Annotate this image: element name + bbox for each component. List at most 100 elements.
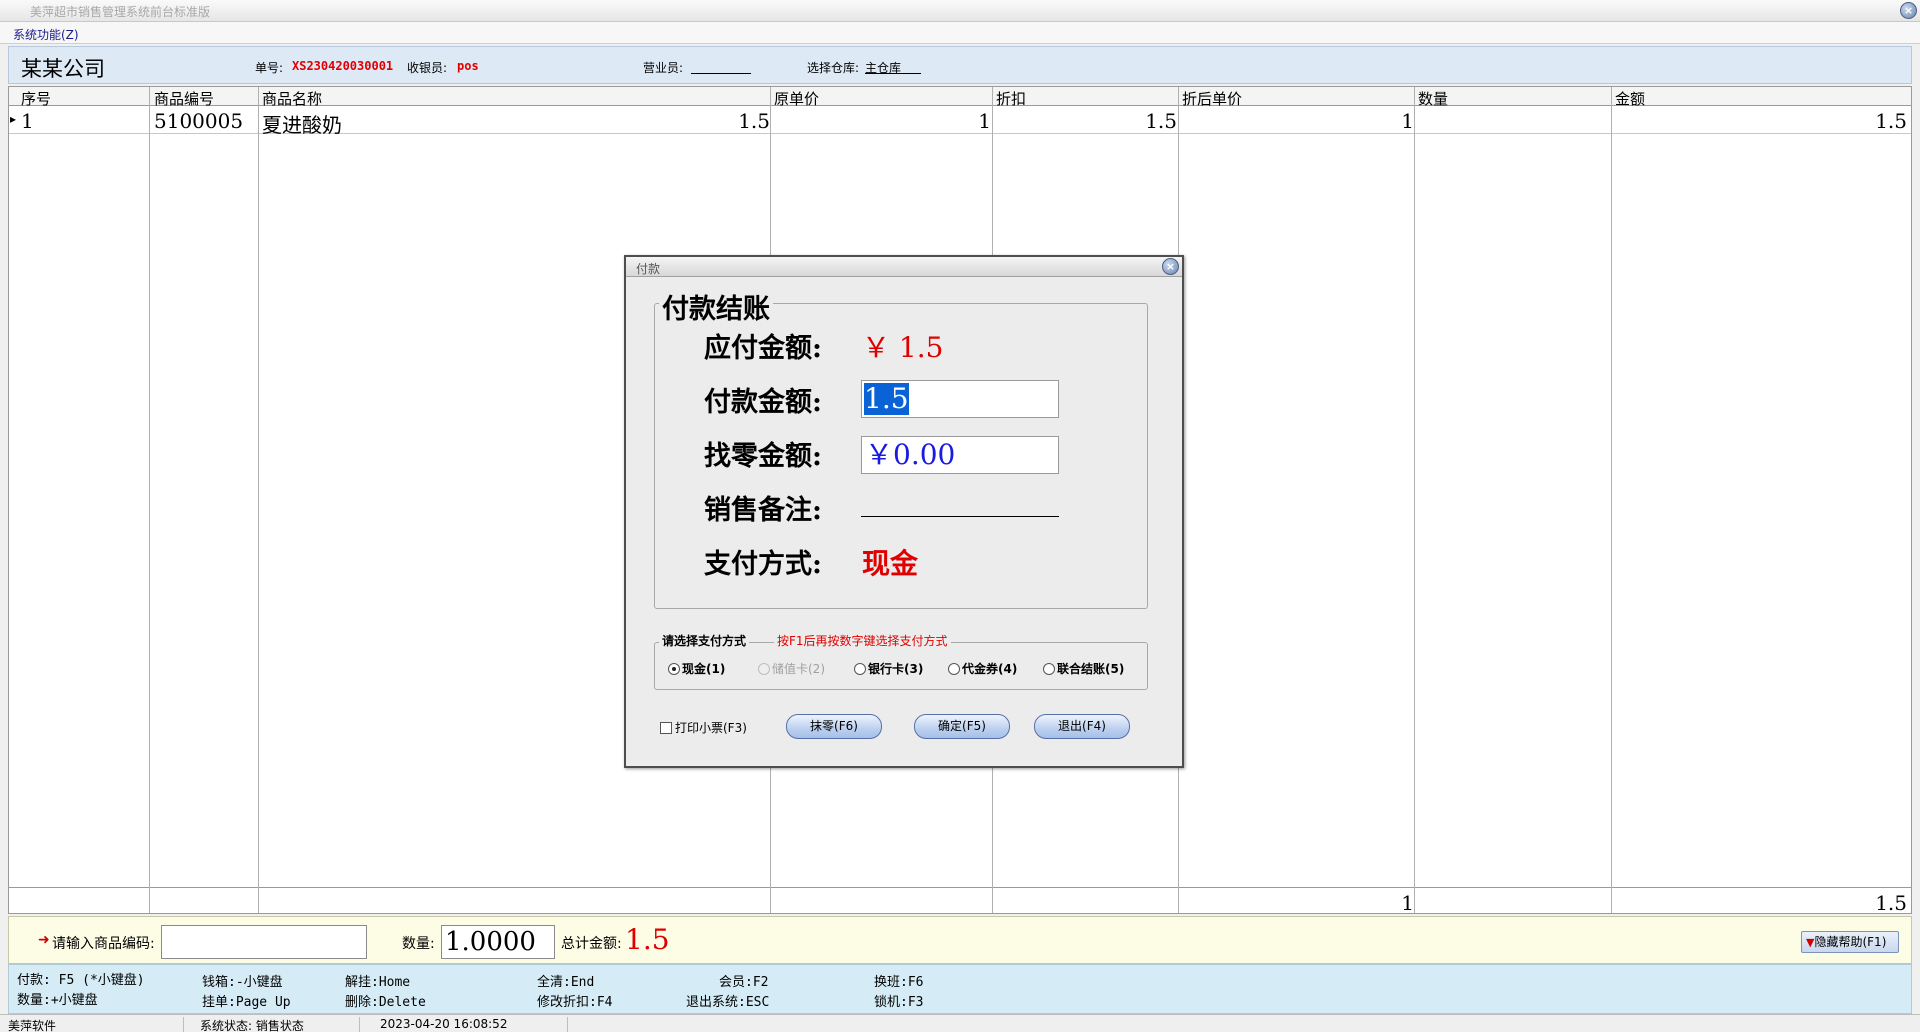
hint-delete: 删除:Delete xyxy=(345,995,426,1010)
title-bar: 美萍超市销售管理系统前台标准版 × xyxy=(0,0,1920,22)
radio-cash-label: 现金(1) xyxy=(682,662,726,676)
status-vendor: 美萍软件 xyxy=(8,1017,184,1032)
footer-qty-total: 1 xyxy=(1401,891,1414,915)
status-state: 系统状态: 销售状态 xyxy=(200,1017,360,1032)
arrow-right-icon: ➜ xyxy=(38,932,50,948)
total-amount: 1.5 xyxy=(625,923,670,956)
pay-amount-value: 1.5 xyxy=(864,382,909,415)
radio-icon xyxy=(1043,663,1055,675)
status-datetime: 2023-04-20 16:08:52 xyxy=(380,1017,568,1032)
total-label: 总计金额: xyxy=(561,936,622,952)
col-divider xyxy=(258,87,259,913)
round-off-button[interactable]: 抹零(F6) xyxy=(786,714,882,739)
clerk-label: 营业员: xyxy=(643,61,684,75)
cell-discount[interactable]: 1 xyxy=(978,109,991,133)
hide-help-label: 隐藏帮助(F1) xyxy=(1814,935,1887,949)
hint-unhold: 解挂:Home xyxy=(345,975,411,990)
window-title: 美萍超市销售管理系统前台标准版 xyxy=(30,5,211,19)
radio-stored-card[interactable]: 储值卡(2) xyxy=(758,660,825,677)
radio-bank-card-label: 银行卡(3) xyxy=(868,662,924,676)
checkout-group-title: 付款结账 xyxy=(659,287,773,326)
cell-name[interactable]: 夏进酸奶 xyxy=(262,109,342,138)
order-label: 单号: xyxy=(255,61,284,75)
radio-icon xyxy=(854,663,866,675)
window-close-icon[interactable]: × xyxy=(1900,2,1917,19)
col-header-code[interactable]: 商品编号 xyxy=(154,88,214,109)
radio-icon xyxy=(758,663,770,675)
dialog-title-bar: 付款 × xyxy=(626,257,1182,277)
product-code-input[interactable] xyxy=(161,925,367,959)
cell-qty[interactable]: 1 xyxy=(1401,109,1414,133)
radio-voucher[interactable]: 代金券(4) xyxy=(948,660,1017,677)
radio-stored-card-label: 储值卡(2) xyxy=(772,662,825,676)
col-header-amount[interactable]: 金额 xyxy=(1615,88,1645,109)
col-header-disc-price[interactable]: 折后单价 xyxy=(1182,88,1242,109)
due-amount: ￥ 1.5 xyxy=(862,331,944,364)
hint-qty: 数量:+小键盘 xyxy=(17,993,98,1008)
col-header-price[interactable]: 原单价 xyxy=(774,88,819,109)
hint-member: 会员:F2 xyxy=(719,975,769,990)
cell-seq[interactable]: 1 xyxy=(21,109,34,133)
input-bar: ➜ 请输入商品编码: 数量: 1.0000 总计金额: 1.5 ▼隐藏帮助(F1… xyxy=(8,916,1912,964)
clerk-field[interactable] xyxy=(691,59,751,74)
cell-price[interactable]: 1.5 xyxy=(738,109,770,133)
payment-method-tip: 按F1后再按数字键选择支付方式 xyxy=(774,632,951,649)
hint-clear: 全清:End xyxy=(537,975,595,990)
row-pointer-icon: ▸ xyxy=(10,112,17,126)
radio-icon xyxy=(948,663,960,675)
radio-cash[interactable]: 现金(1) xyxy=(668,660,725,677)
radio-selected-icon xyxy=(668,663,680,675)
footer-divider xyxy=(9,887,1911,888)
radio-combined[interactable]: 联合结账(5) xyxy=(1043,660,1124,677)
col-header-name[interactable]: 商品名称 xyxy=(262,88,322,109)
dialog-close-icon[interactable]: × xyxy=(1162,258,1179,275)
menu-system[interactable]: 系统功能(Z) xyxy=(13,26,79,43)
pay-label: 付款金额: xyxy=(704,387,822,418)
hint-hold: 挂单:Page Up xyxy=(202,995,291,1010)
change-label: 找零金额: xyxy=(704,441,822,472)
due-label: 应付金额: xyxy=(704,333,822,364)
dialog-title: 付款 xyxy=(636,262,661,276)
method-label: 支付方式: xyxy=(704,549,822,580)
col-header-discount[interactable]: 折扣 xyxy=(996,88,1026,109)
col-divider xyxy=(1611,87,1612,913)
cashier-label: 收银员: xyxy=(407,61,448,75)
radio-voucher-label: 代金券(4) xyxy=(962,662,1018,676)
qty-input[interactable]: 1.0000 xyxy=(441,925,555,959)
warehouse-label: 选择仓库: xyxy=(807,61,860,75)
checkbox-icon xyxy=(660,722,672,734)
order-number: XS230420030001 xyxy=(292,59,394,73)
col-header-qty[interactable]: 数量 xyxy=(1418,88,1448,109)
print-receipt-checkbox[interactable]: 打印小票(F3) xyxy=(660,719,747,736)
col-header-seq[interactable]: 序号 xyxy=(21,88,51,109)
warehouse-select[interactable]: 主仓库 xyxy=(865,59,921,75)
hint-discount: 修改折扣:F4 xyxy=(537,995,613,1010)
sale-note-underline xyxy=(861,516,1059,517)
method-value: 现金 xyxy=(862,547,919,580)
company-name: 某某公司 xyxy=(21,57,105,81)
cell-amount[interactable]: 1.5 xyxy=(1875,109,1907,133)
cell-disc-price[interactable]: 1.5 xyxy=(1145,109,1177,133)
status-bar: 美萍软件 系统状态: 销售状态 2023-04-20 16:08:52 xyxy=(0,1014,1920,1032)
code-input-label: 请输入商品编码: xyxy=(52,936,155,952)
hint-shift: 换班:F6 xyxy=(874,975,924,990)
qty-label: 数量: xyxy=(402,936,435,952)
hide-help-button[interactable]: ▼隐藏帮助(F1) xyxy=(1801,931,1899,953)
print-receipt-label: 打印小票(F3) xyxy=(675,721,747,735)
cashier-name: pos xyxy=(457,59,479,73)
exit-button[interactable]: 退出(F4) xyxy=(1034,714,1130,739)
change-amount-field: ￥0.00 xyxy=(861,436,1059,474)
radio-combined-label: 联合结账(5) xyxy=(1057,662,1125,676)
change-amount: ￥0.00 xyxy=(865,438,956,471)
hint-lock: 锁机:F3 xyxy=(874,995,924,1010)
cell-code[interactable]: 5100005 xyxy=(154,109,243,133)
col-divider xyxy=(149,87,150,913)
info-bar: 某某公司 单号: XS230420030001 收银员: pos 营业员: 选择… xyxy=(8,46,1912,84)
confirm-button[interactable]: 确定(F5) xyxy=(914,714,1010,739)
radio-bank-card[interactable]: 银行卡(3) xyxy=(854,660,923,677)
footer-amount-total: 1.5 xyxy=(1875,891,1907,915)
menu-bar: 系统功能(Z) xyxy=(0,22,1920,44)
hint-exit: 退出系统:ESC xyxy=(686,995,770,1010)
pay-amount-input[interactable]: 1.5 xyxy=(861,380,1059,418)
hint-cashbox: 钱箱:-小键盘 xyxy=(202,975,283,990)
